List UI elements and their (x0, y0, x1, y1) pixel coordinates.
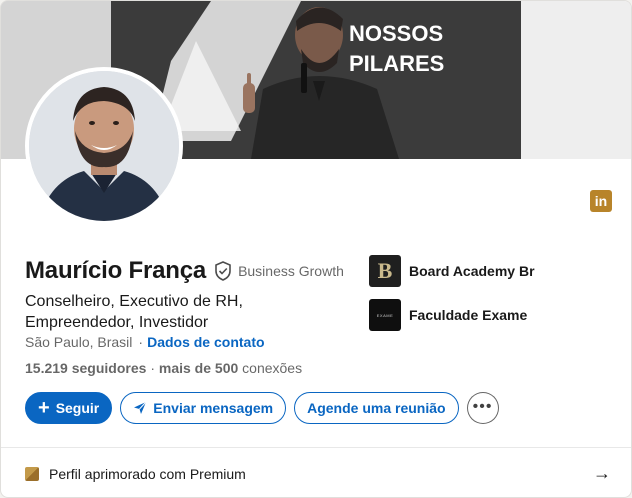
schedule-meeting-label: Agende uma reunião (307, 400, 446, 416)
connections-count[interactable]: mais de 500 (159, 360, 238, 376)
banner-text-1: NOSSOS (349, 21, 443, 46)
faculdade-exame-logo-icon: EXAME (369, 299, 401, 331)
verified-shield-icon[interactable] (214, 261, 232, 281)
send-message-button[interactable]: Enviar mensagem (120, 392, 287, 424)
profile-card: NOSSOS PILARES in Maurício França Busine… (0, 0, 632, 498)
name-row: Maurício França Business Growth (25, 257, 344, 285)
location-row: São Paulo, Brasil · Dados de contato (25, 334, 265, 350)
profile-name: Maurício França (25, 257, 207, 284)
premium-label: Perfil aprimorado com Premium (49, 465, 246, 482)
premium-icon (25, 466, 39, 481)
more-icon: ••• (472, 398, 493, 415)
send-icon (133, 401, 147, 415)
plus-icon: + (38, 397, 50, 419)
separator-dot: · (150, 360, 159, 376)
profile-actions: + Seguir Enviar mensagem Agende uma reun… (25, 392, 499, 424)
org-faculdade-exame[interactable]: EXAME Faculdade Exame (369, 299, 527, 331)
connections-label[interactable]: conexões (242, 360, 302, 376)
schedule-meeting-button[interactable]: Agende uma reunião (294, 392, 459, 424)
banner-text-2: PILARES (349, 51, 444, 76)
followers-label[interactable]: seguidores (72, 360, 147, 376)
separator-dot: · (138, 334, 144, 350)
profile-location: São Paulo, Brasil (25, 334, 133, 350)
arrow-right-icon[interactable]: → (593, 463, 611, 484)
premium-banner[interactable]: Perfil aprimorado com Premium → (1, 448, 631, 497)
contact-info-link[interactable]: Dados de contato (147, 334, 264, 350)
send-message-label: Enviar mensagem (153, 400, 274, 416)
more-actions-button[interactable]: ••• (466, 392, 499, 424)
org-board-academy[interactable]: B Board Academy Br (369, 255, 535, 287)
profile-tag: Business Growth (238, 263, 344, 279)
linkedin-icon[interactable]: in (590, 190, 612, 212)
org-name: Faculdade Exame (409, 307, 528, 323)
network-row: 15.219 seguidores · mais de 500 conexões (25, 360, 302, 376)
org-name: Board Academy Br (409, 263, 535, 279)
follow-label: Seguir (55, 400, 100, 416)
followers-count[interactable]: 15.219 (25, 360, 68, 376)
avatar-photo (29, 71, 179, 221)
board-academy-logo-icon: B (369, 255, 401, 287)
follow-button[interactable]: + Seguir (25, 392, 113, 424)
profile-headline: Conselheiro, Executivo de RH, Empreended… (25, 293, 243, 331)
profile-avatar[interactable] (25, 67, 183, 225)
